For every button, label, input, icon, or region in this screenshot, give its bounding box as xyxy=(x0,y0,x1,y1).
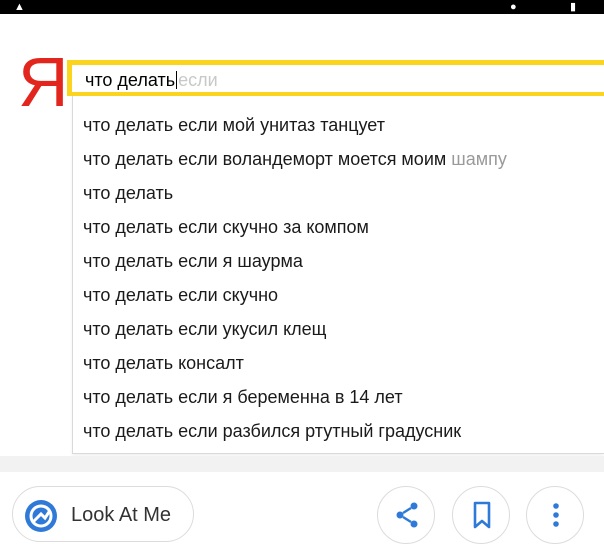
suggestion-item[interactable]: что делать xyxy=(83,176,173,210)
suggestion-item[interactable]: что делать если я шаурма xyxy=(83,244,303,278)
share-icon xyxy=(396,502,418,528)
more-vertical-icon xyxy=(553,503,559,527)
suggestion-text: что делать если я беременна в 14 лет xyxy=(83,387,403,407)
suggestion-text: что делать если укусил клещ xyxy=(83,319,327,339)
suggestion-item[interactable]: что делать если воландеморт моется моим … xyxy=(83,142,507,176)
suggestion-text: что делать если скучно за компом xyxy=(83,217,369,237)
post-footer: Look At Me xyxy=(0,472,604,544)
source-name: Look At Me xyxy=(71,504,172,526)
search-box[interactable]: что делать если xyxy=(67,60,604,96)
alarm-icon: ● xyxy=(510,1,517,13)
battery-icon: ▮ xyxy=(570,1,577,13)
more-options-button[interactable] xyxy=(526,486,584,544)
suggestion-text: что делать xyxy=(83,183,174,203)
suggestion-list: что делать если мой унитаз танцует что д… xyxy=(72,96,604,454)
search-screenshot-card: Я что делать если что делать если мой уни… xyxy=(0,14,604,456)
suggestion-item[interactable]: что делать если скучно xyxy=(83,278,278,312)
suggestion-item[interactable]: что делать если укусил клещ xyxy=(83,312,327,346)
suggestion-text: что делать если скучно xyxy=(83,285,279,305)
section-divider xyxy=(0,456,604,472)
suggestion-text: что делать консалт xyxy=(83,353,244,373)
search-autocomplete-hint: если xyxy=(178,70,218,90)
look-at-me-logo-icon xyxy=(25,500,57,532)
search-query: что делать xyxy=(85,70,176,90)
suggestion-item[interactable]: что делать если я беременна в 14 лет xyxy=(83,380,403,414)
suggestion-item[interactable]: что делать если разбился ртутный градусн… xyxy=(83,414,461,448)
suggestion-text: что делать если воландеморт моется моим xyxy=(83,149,452,169)
suggestion-text: что делать если я шаурма xyxy=(83,251,303,271)
source-button[interactable]: Look At Me xyxy=(12,486,194,542)
search-input[interactable]: что делать если xyxy=(72,65,604,92)
suggestion-item[interactable]: что делать если мой унитаз танцует xyxy=(83,108,385,142)
status-bar: ▲ ● ▮ xyxy=(0,0,604,14)
suggestion-text: что делать если разбился ртутный градусн… xyxy=(83,421,462,441)
yandex-logo: Я xyxy=(18,43,69,121)
suggestion-text-tail: шампу xyxy=(451,149,507,169)
bookmark-button[interactable] xyxy=(452,486,510,544)
search-query-text: что делать если xyxy=(85,70,218,90)
bookmark-icon xyxy=(473,501,491,529)
share-button[interactable] xyxy=(377,486,435,544)
text-caret xyxy=(176,71,178,89)
suggestion-item[interactable]: что делать консалт xyxy=(83,346,244,380)
suggestion-text: что делать если мой унитаз танцует xyxy=(83,115,385,135)
notification-icon: ▲ xyxy=(14,1,25,13)
suggestion-item[interactable]: что делать если скучно за компом xyxy=(83,210,369,244)
